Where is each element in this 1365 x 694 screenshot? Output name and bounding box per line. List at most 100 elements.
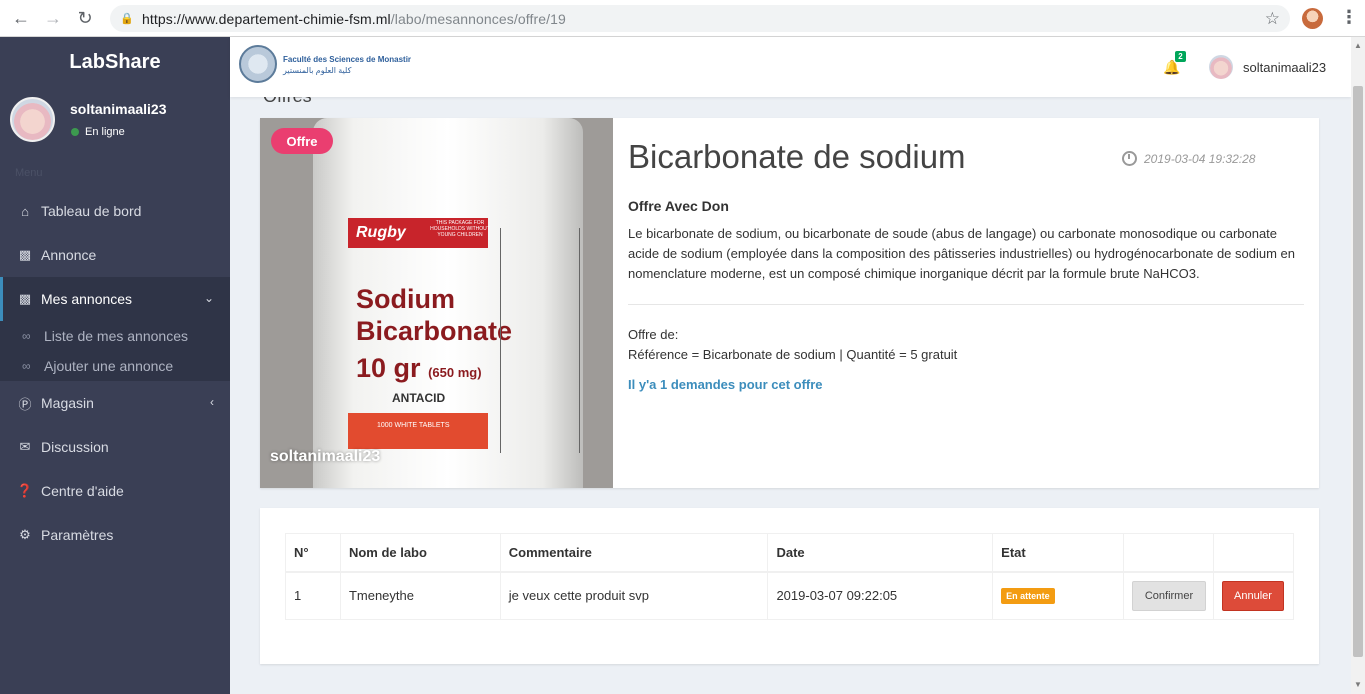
- col-header-confirm: [1123, 533, 1214, 573]
- chevron-down-icon: ⌄: [203, 291, 214, 305]
- label-dose-gr: 10 gr: [356, 353, 421, 383]
- col-header-num: N°: [285, 533, 341, 573]
- label-dose: 10 gr (650 mg): [356, 353, 482, 384]
- confirm-button[interactable]: Confirmer: [1132, 580, 1206, 611]
- cell-cancel: Annuler: [1212, 571, 1295, 620]
- question-circle-icon: ❓: [16, 483, 34, 498]
- parking-circle-icon: Ⓟ: [18, 396, 32, 412]
- cell-date: 2019-03-07 09:22:05: [767, 571, 994, 620]
- offer-tag: Offre: [271, 128, 333, 154]
- brand-logo[interactable]: LabShare: [0, 37, 230, 87]
- label-antacid: ANTACID: [392, 391, 446, 405]
- user-status-label: En ligne: [85, 126, 125, 138]
- label-dose-mg: (650 mg): [428, 365, 482, 380]
- browser-toolbar: ← → ↻ 🔒 https://www.departement-chimie-f…: [0, 0, 1365, 37]
- user-status: En ligne: [71, 126, 125, 138]
- home-icon: ⌂: [21, 203, 29, 219]
- sidebar-subitem-label: Liste de mes annonces: [44, 328, 188, 344]
- sidebar-item-label: Mes annonces: [41, 291, 133, 307]
- faculty-name-fr: Faculté des Sciences de Monastir: [283, 55, 412, 64]
- reload-icon[interactable]: ↻: [74, 7, 96, 29]
- cell-num: 1: [285, 571, 341, 620]
- label-tablets: 1000 WHITE TABLETS: [377, 422, 450, 429]
- page-scrollbar[interactable]: ▲ ▼: [1351, 37, 1365, 694]
- offer-date: 2019-03-04 19:32:28: [1122, 151, 1255, 166]
- label-bottom-band: [348, 413, 488, 449]
- sidebar-item-discussion[interactable]: ✉ Discussion: [0, 425, 230, 469]
- basket-icon: ▩: [18, 247, 32, 262]
- avatar[interactable]: [1209, 55, 1233, 79]
- user-name: soltanimaali23: [70, 101, 167, 117]
- faculty-name-ar: كلية العلوم بالمنستير: [283, 66, 352, 75]
- image-caption: soltanimaali23: [270, 448, 381, 465]
- top-navbar: Faculté des Sciences de Monastir كلية ال…: [230, 37, 1351, 97]
- notification-badge: 2: [1175, 51, 1186, 62]
- sidebar-item-mes-annonces[interactable]: ▩ Mes annonces ⌄: [0, 277, 230, 321]
- sidebar-item-label: Paramètres: [41, 527, 114, 543]
- url-host: https://www.departement-chimie-fsm.ml: [142, 10, 391, 27]
- back-arrow-icon[interactable]: ←: [10, 7, 32, 29]
- cell-labo: Tmeneythe: [339, 571, 501, 620]
- cell-comment: je veux cette produit svp: [499, 571, 769, 620]
- offer-reference: Référence = Bicarbonate de sodium | Quan…: [628, 347, 958, 362]
- gear-icon: ⚙: [19, 527, 31, 542]
- address-bar[interactable]: 🔒 https://www.departement-chimie-fsm.ml/…: [110, 5, 1290, 32]
- faculty-seal-logo[interactable]: [239, 45, 277, 83]
- sidebar-item-label: Magasin: [41, 395, 94, 411]
- link-icon: ∞: [22, 329, 31, 343]
- user-panel: soltanimaali23 En ligne: [0, 87, 230, 157]
- requests-table: N° Nom de labo Commentaire Date Etat 1 T…: [285, 533, 1295, 620]
- bookmark-star-icon[interactable]: ☆: [1265, 9, 1280, 29]
- sidebar-item-parametres[interactable]: ⚙ Paramètres: [0, 513, 230, 557]
- sidebar-item-label: Discussion: [41, 439, 109, 455]
- cell-state: En attente: [992, 571, 1124, 620]
- sidebar-item-label: Annonce: [41, 247, 97, 263]
- label-warning: THIS PACKAGE FOR HOUSEHOLDS WITHOUT YOUN…: [430, 220, 490, 238]
- offer-card: Rugby THIS PACKAGE FOR HOUSEHOLDS WITHOU…: [260, 118, 1319, 488]
- sidebar-item-annonce[interactable]: ▩ Annonce: [0, 233, 230, 277]
- offer-de-label: Offre de:: [628, 327, 679, 342]
- scroll-down-icon[interactable]: ▼: [1354, 680, 1362, 689]
- divider: [628, 304, 1304, 305]
- sidebar-item-magasin[interactable]: Ⓟ Magasin ‹: [0, 381, 230, 425]
- link-icon: ∞: [22, 359, 31, 373]
- sidebar-item-label: Centre d'aide: [41, 483, 124, 499]
- sidebar-subitem-liste-annonces[interactable]: ∞ Liste de mes annonces: [0, 321, 230, 351]
- product-image: Rugby THIS PACKAGE FOR HOUSEHOLDS WITHOU…: [260, 118, 613, 488]
- online-dot-icon: [71, 128, 79, 136]
- col-header-comment: Commentaire: [499, 533, 769, 573]
- url-path: /labo/mesannonces/offre/19: [390, 10, 566, 27]
- scroll-thumb[interactable]: [1353, 86, 1363, 657]
- requests-card: N° Nom de labo Commentaire Date Etat 1 T…: [260, 508, 1319, 664]
- lock-icon: 🔒: [120, 13, 134, 25]
- forward-arrow-icon[interactable]: →: [42, 7, 64, 29]
- sidebar-item-tableau-de-bord[interactable]: ⌂ Tableau de bord: [0, 189, 230, 233]
- browser-profile-avatar[interactable]: [1302, 8, 1323, 29]
- browser-menu-icon[interactable]: ⋮: [1340, 7, 1358, 28]
- url-text[interactable]: https://www.departement-chimie-fsm.ml/la…: [142, 11, 566, 27]
- sidebar-item-centre-aide[interactable]: ❓ Centre d'aide: [0, 469, 230, 513]
- col-header-state: Etat: [992, 533, 1124, 573]
- label-drug-name: Sodium Bicarbonate: [356, 283, 512, 347]
- col-header-date: Date: [767, 533, 994, 573]
- top-username[interactable]: soltanimaali23: [1243, 60, 1326, 75]
- cell-confirm: Confirmer: [1123, 571, 1214, 620]
- clock-icon: [1122, 151, 1137, 166]
- envelope-icon: ✉: [19, 439, 31, 454]
- table-header-row: N° Nom de labo Commentaire Date Etat: [285, 533, 1295, 573]
- label-drug-name-line2: Bicarbonate: [356, 316, 513, 346]
- label-brand: Rugby: [356, 224, 406, 241]
- sidebar-item-label: Tableau de bord: [41, 203, 142, 219]
- menu-header: Menu: [15, 167, 43, 179]
- demands-link[interactable]: Il y'a 1 demandes pour cet offre: [628, 377, 823, 392]
- offer-title: Bicarbonate de sodium: [628, 138, 966, 175]
- sidebar-menu: ⌂ Tableau de bord ▩ Annonce ▩ Mes annonc…: [0, 189, 230, 557]
- label-drug-name-line1: Sodium: [356, 284, 455, 314]
- sidebar-subitem-ajouter-annonce[interactable]: ∞ Ajouter une annonce: [0, 351, 230, 381]
- sidebar: LabShare soltanimaali23 En ligne Menu ⌂ …: [0, 37, 230, 694]
- col-header-cancel: [1212, 533, 1295, 573]
- offer-date-text: 2019-03-04 19:32:28: [1144, 151, 1256, 166]
- offer-description: Le bicarbonate de sodium, ou bicarbonate…: [628, 226, 1295, 281]
- scroll-up-icon[interactable]: ▲: [1354, 41, 1362, 50]
- cancel-button[interactable]: Annuler: [1221, 580, 1284, 611]
